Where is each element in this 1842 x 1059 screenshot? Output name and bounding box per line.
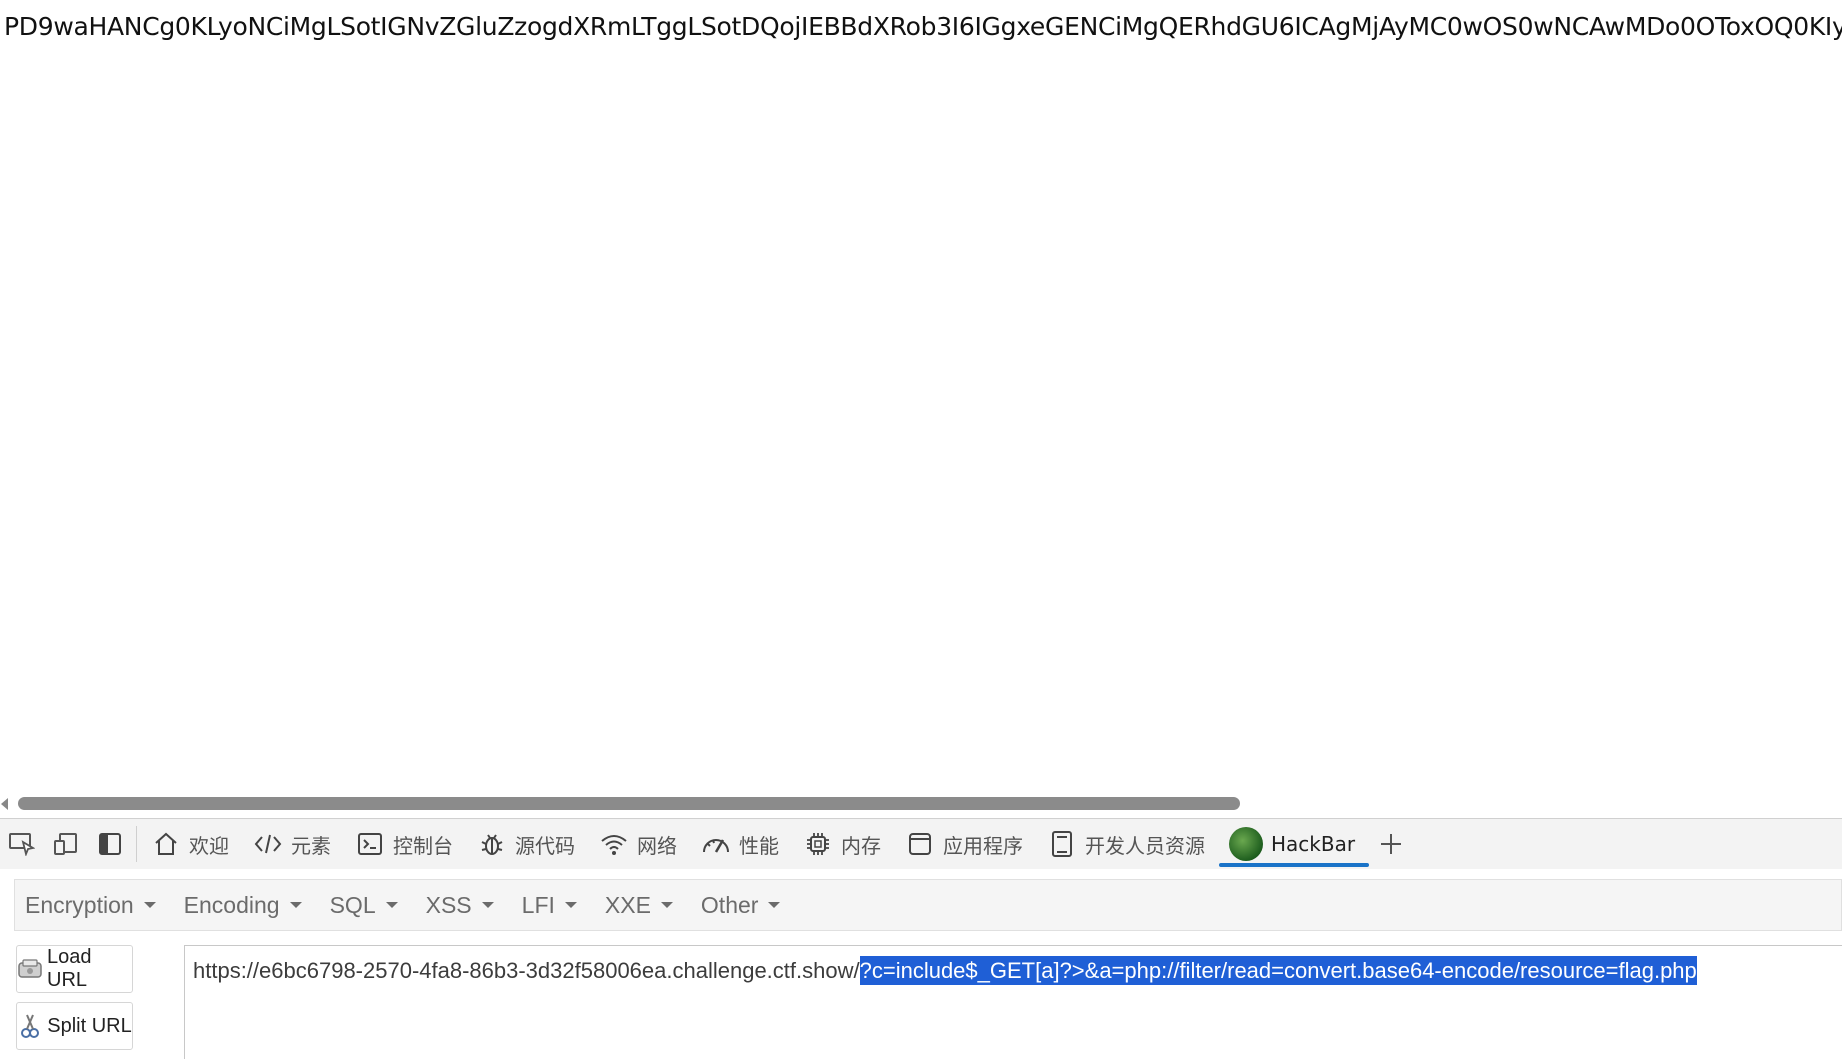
add-tab-plus-icon[interactable]	[1369, 819, 1413, 869]
scissors-icon	[17, 1013, 43, 1039]
url-selected-text: ?c=include$_GET[a]?>&a=php://filter/read…	[859, 956, 1697, 985]
menu-xxe[interactable]: XXE	[605, 892, 673, 919]
tab-label: HackBar	[1271, 832, 1356, 856]
menu-label: SQL	[329, 891, 376, 918]
url-input[interactable]: https://e6bc6798-2570-4fa8-86b3-3d32f580…	[184, 945, 1842, 1059]
tab-label: 内存	[841, 833, 881, 858]
window-icon	[905, 829, 935, 859]
tab-label: 控制台	[393, 833, 453, 858]
caret-down-icon	[660, 902, 673, 908]
home-icon	[151, 829, 181, 859]
gauge-icon	[701, 829, 731, 859]
code-brackets-icon	[253, 829, 283, 859]
menu-encryption[interactable]: Encryption	[25, 892, 156, 919]
tab-network[interactable]: 网络	[589, 819, 691, 869]
caret-down-icon	[768, 902, 781, 908]
tab-welcome[interactable]: 欢迎	[141, 819, 243, 869]
menu-label: Encoding	[183, 891, 280, 918]
menu-encoding[interactable]: Encoding	[184, 892, 302, 919]
tab-label: 网络	[637, 833, 677, 858]
page-content-text: PD9waHANCg0KLyoNCiMgLSotIGNvZGluZzogdXRm…	[4, 12, 1842, 41]
tab-label: 开发人员资源	[1085, 833, 1205, 858]
hackbar-panel: Encryption Encoding SQL XSS LFI XXE Othe…	[0, 869, 1842, 1059]
device-emulation-icon[interactable]	[44, 819, 88, 869]
bug-icon	[477, 829, 507, 859]
dock-side-icon[interactable]	[88, 819, 132, 869]
menu-label: Other	[700, 891, 759, 918]
caret-down-icon	[564, 902, 577, 908]
scrollbar-thumb[interactable]	[18, 797, 1240, 810]
scroll-left-arrow-icon[interactable]	[1, 798, 8, 810]
menu-lfi[interactable]: LFI	[522, 892, 577, 919]
load-url-icon	[17, 956, 43, 982]
tab-hackbar[interactable]: HackBar	[1219, 819, 1370, 869]
tab-sources[interactable]: 源代码	[467, 819, 589, 869]
menu-label: XSS	[425, 891, 472, 918]
menu-label: LFI	[521, 891, 555, 918]
browser-page: PD9waHANCg0KLyoNCiMgLSotIGNvZGluZzogdXRm…	[0, 0, 1842, 1059]
menu-xss[interactable]: XSS	[426, 892, 494, 919]
tab-label: 性能	[739, 833, 779, 858]
split-url-button[interactable]: Split URL	[16, 1002, 133, 1050]
menu-label: Encryption	[25, 891, 134, 918]
caret-down-icon	[385, 902, 398, 908]
document-icon	[1047, 829, 1077, 859]
toolbar-divider	[136, 826, 137, 862]
inspect-element-icon[interactable]	[0, 819, 44, 869]
caret-down-icon	[289, 902, 302, 908]
tab-elements[interactable]: 元素	[243, 819, 345, 869]
hackbar-logo-icon	[1229, 827, 1263, 861]
console-icon	[355, 829, 385, 859]
url-base-text: https://e6bc6798-2570-4fa8-86b3-3d32f580…	[193, 958, 860, 983]
tab-performance[interactable]: 性能	[691, 819, 793, 869]
split-url-label: Split URL	[47, 1014, 132, 1037]
tab-label: 欢迎	[189, 833, 229, 858]
horizontal-scrollbar[interactable]	[0, 792, 1842, 816]
wifi-icon	[599, 829, 629, 859]
menu-sql[interactable]: SQL	[330, 892, 398, 919]
devtools-tabbar: 欢迎 元素 控制台 源代码 网络 性能 内存 应用程序 开发人员资源 HackB…	[0, 819, 1842, 869]
tab-label: 源代码	[515, 833, 575, 858]
menu-label: XXE	[604, 891, 651, 918]
chip-icon	[803, 829, 833, 859]
tab-memory[interactable]: 内存	[793, 819, 895, 869]
load-url-label: Load URL	[47, 946, 92, 991]
load-url-button[interactable]: Load URL	[16, 945, 133, 993]
menu-other[interactable]: Other	[701, 892, 781, 919]
tab-application[interactable]: 应用程序	[895, 819, 1037, 869]
tab-developer-resources[interactable]: 开发人员资源	[1037, 819, 1219, 869]
tab-label: 应用程序	[943, 833, 1023, 858]
caret-down-icon	[143, 902, 156, 908]
caret-down-icon	[481, 902, 494, 908]
tab-label: 元素	[291, 833, 331, 858]
hackbar-menu-row: Encryption Encoding SQL XSS LFI XXE Othe…	[14, 879, 1842, 931]
tab-console[interactable]: 控制台	[345, 819, 467, 869]
devtools-panel: 欢迎 元素 控制台 源代码 网络 性能 内存 应用程序 开发人员资源 HackB…	[0, 818, 1842, 1059]
